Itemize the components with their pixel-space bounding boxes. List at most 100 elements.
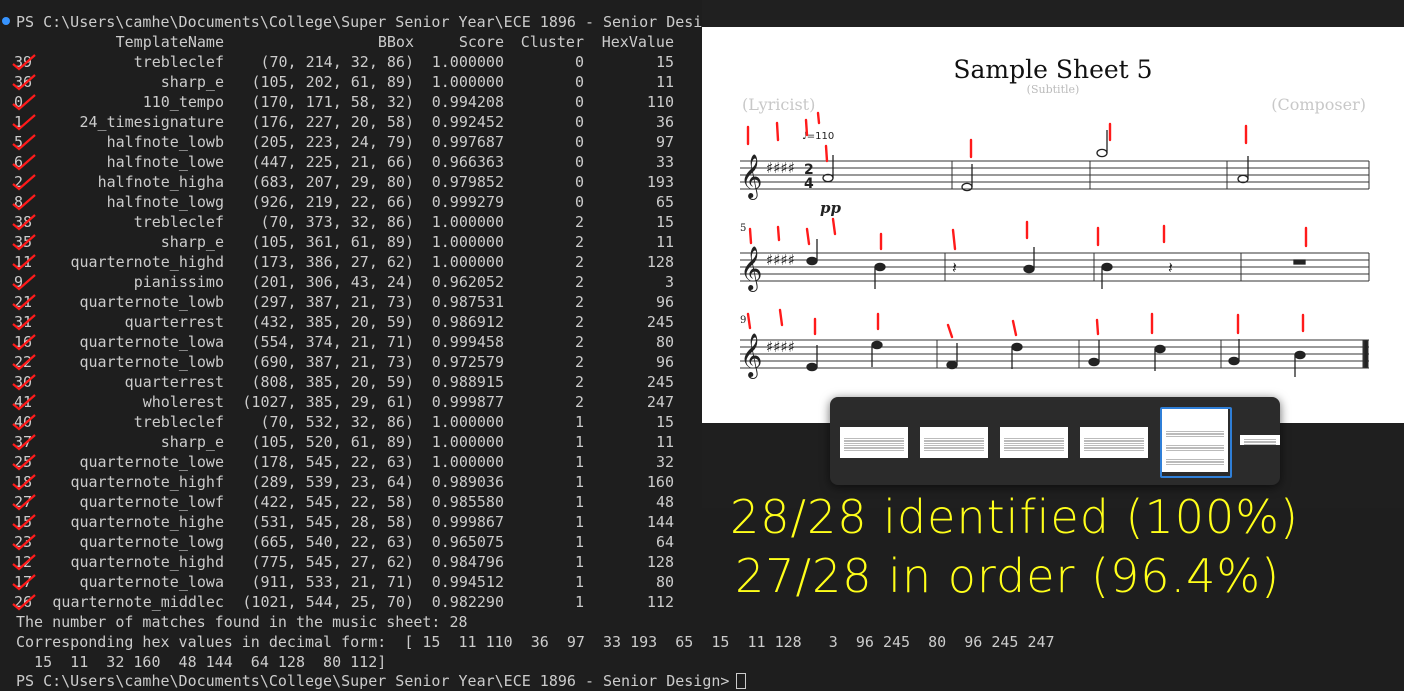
row-template-name: quarternote_lowg <box>79 533 225 551</box>
row-score: 0.997687 <box>431 133 504 151</box>
row-template-name: quarternote_middlec <box>52 593 224 611</box>
row-score: 1.000000 <box>431 213 504 231</box>
row-hexvalue: 11 <box>655 73 674 91</box>
row-bbox: (911, 533, 21, 71) <box>251 573 414 591</box>
row-template-name: sharp_e <box>160 433 224 451</box>
treble-clef-1: 𝄞 <box>740 154 762 200</box>
table-row: 2 halfnote_higha (683, 207, 29, 80) 0.97985… <box>0 172 700 192</box>
row-cluster: 0 <box>574 113 584 131</box>
row-index: 15 <box>14 513 33 531</box>
row-template-name: wholerest <box>142 393 224 411</box>
thumbnail-sheet-3[interactable] <box>1000 427 1068 458</box>
music-sheet-image: Sample Sheet 5 (Subtitle) (Lyricist) (Co… <box>702 27 1404 423</box>
row-score: 1.000000 <box>431 413 504 431</box>
hex-values-line-1: Corresponding hex values in decimal form… <box>16 633 1055 651</box>
viewer-title-bar <box>702 0 1404 27</box>
row-bbox: (70, 373, 32, 86) <box>260 213 414 231</box>
quarter-rest-1: 𝄽 <box>952 258 957 277</box>
table-row: 39 trebleclef (70, 214, 32, 86) 1.000000 0 15 <box>0 52 700 72</box>
quarternote-r2-2 <box>874 262 886 272</box>
row-cluster: 1 <box>574 413 584 431</box>
row-index: 17 <box>14 573 33 591</box>
row-bbox: (665, 540, 22, 63) <box>251 533 414 551</box>
row-cluster: 0 <box>574 133 584 151</box>
table-row: 5 halfnote_lowb (205, 223, 24, 79) 0.997687… <box>0 132 700 152</box>
quarternote-r3-2 <box>871 340 883 350</box>
quarternote-r3-7 <box>1228 356 1240 366</box>
row-bbox: (683, 207, 29, 80) <box>251 173 414 191</box>
row-index: 6 <box>14 153 24 171</box>
row-score: 0.984796 <box>431 553 504 571</box>
row-cluster: 1 <box>574 593 584 611</box>
filmstrip[interactable] <box>830 397 1280 485</box>
row-index: 40 <box>14 413 33 431</box>
row-index: 25 <box>14 453 33 471</box>
thumbnail-sheet-2[interactable] <box>920 427 988 458</box>
row-score: 1.000000 <box>431 233 504 251</box>
row-cluster: 2 <box>574 333 584 351</box>
halfnote-3 <box>1096 148 1108 158</box>
row-cluster: 0 <box>574 193 584 211</box>
table-row: 17 quarternote_lowa (911, 533, 21, 71) 0.99… <box>0 572 700 592</box>
row-template-name: halfnote_lowb <box>106 133 224 151</box>
row-bbox: (170, 171, 58, 32) <box>251 93 414 111</box>
thumbnail-sheet-6[interactable] <box>1240 435 1280 445</box>
row-hexvalue: 112 <box>646 593 674 611</box>
thumbnail-sheet-1[interactable] <box>840 427 908 458</box>
row-index: 16 <box>14 333 33 351</box>
whole-rest <box>1293 259 1306 265</box>
row-bbox: (808, 385, 20, 59) <box>251 373 414 391</box>
row-score: 0.992452 <box>431 113 504 131</box>
quarternote-r3-4 <box>1011 342 1023 352</box>
quarternote-r3-8 <box>1294 350 1306 360</box>
row-template-name: quarternote_highd <box>70 253 224 271</box>
row-bbox: (205, 223, 24, 79) <box>251 133 414 151</box>
row-index: 0 <box>14 93 24 111</box>
row-score: 1.000000 <box>431 73 504 91</box>
row-bbox: (690, 387, 21, 73) <box>251 353 414 371</box>
row-cluster: 0 <box>574 153 584 171</box>
row-hexvalue: 128 <box>646 253 674 271</box>
row-template-name: quarternote_lowf <box>79 493 225 511</box>
quarternote-r3-1 <box>806 362 818 372</box>
row-index: 26 <box>14 593 33 611</box>
measure-number-5: 5 <box>740 223 746 234</box>
thumbnail-sheet-5[interactable] <box>1162 409 1228 472</box>
row-hexvalue: 144 <box>646 513 674 531</box>
row-score: 0.989036 <box>431 473 504 491</box>
row-bbox: (432, 385, 20, 59) <box>251 313 414 331</box>
table-row: 15 quarternote_highe (531, 545, 28, 58) 0.9… <box>0 512 700 532</box>
row-cluster: 1 <box>574 473 584 491</box>
row-score: 0.966363 <box>431 153 504 171</box>
row-bbox: (70, 214, 32, 86) <box>260 53 414 71</box>
thumbnail-sheet-4[interactable] <box>1080 427 1148 458</box>
col-hexvalue: HexValue <box>601 33 674 51</box>
treble-clef-2: 𝄞 <box>740 246 762 292</box>
row-index: 36 <box>14 73 33 91</box>
row-bbox: (178, 545, 22, 63) <box>251 453 414 471</box>
row-index: 27 <box>14 493 33 511</box>
table-row: 12 quarternote_highd (775, 545, 27, 62) 0.9… <box>0 552 700 572</box>
row-index: 11 <box>14 253 33 271</box>
row-index: 41 <box>14 393 33 411</box>
table-row: 16 quarternote_lowa (554, 374, 21, 71) 0.99… <box>0 332 700 352</box>
table-row: 22 quarternote_lowb (690, 387, 21, 73) 0.97… <box>0 352 700 372</box>
row-bbox: (173, 386, 27, 62) <box>251 253 414 271</box>
table-row: 36 sharp_e (105, 202, 61, 89) 1.000000 0 11 <box>0 72 700 92</box>
row-hexvalue: 65 <box>655 193 674 211</box>
row-cluster: 1 <box>574 493 584 511</box>
handwritten-order-note: 27/28 in order (96.4%) <box>735 549 1281 603</box>
table-row: 9 pianissimo (201, 306, 43, 24) 0.962052 2 3 <box>0 272 700 292</box>
staff-1 <box>740 160 1370 190</box>
table-row: 41 wholerest (1027, 385, 29, 61) 0.999877 2 2… <box>0 392 700 412</box>
row-hexvalue: 36 <box>655 113 674 131</box>
table-row: 23 quarternote_lowg (665, 540, 22, 63) 0.96… <box>0 532 700 552</box>
table-row: 6 halfnote_lowe (447, 225, 21, 66) 0.966363… <box>0 152 700 172</box>
quarternote-r3-6 <box>1154 344 1166 354</box>
row-cluster: 2 <box>574 313 584 331</box>
table-row: 21 quarternote_lowb (297, 387, 21, 73) 0.98… <box>0 292 700 312</box>
row-bbox: (70, 532, 32, 86) <box>260 413 414 431</box>
row-cluster: 2 <box>574 233 584 251</box>
table-row: 37 sharp_e (105, 520, 61, 89) 1.000000 1 11 <box>0 432 700 452</box>
table-row: 0 110_tempo (170, 171, 58, 32) 0.994208 0 110 <box>0 92 700 112</box>
